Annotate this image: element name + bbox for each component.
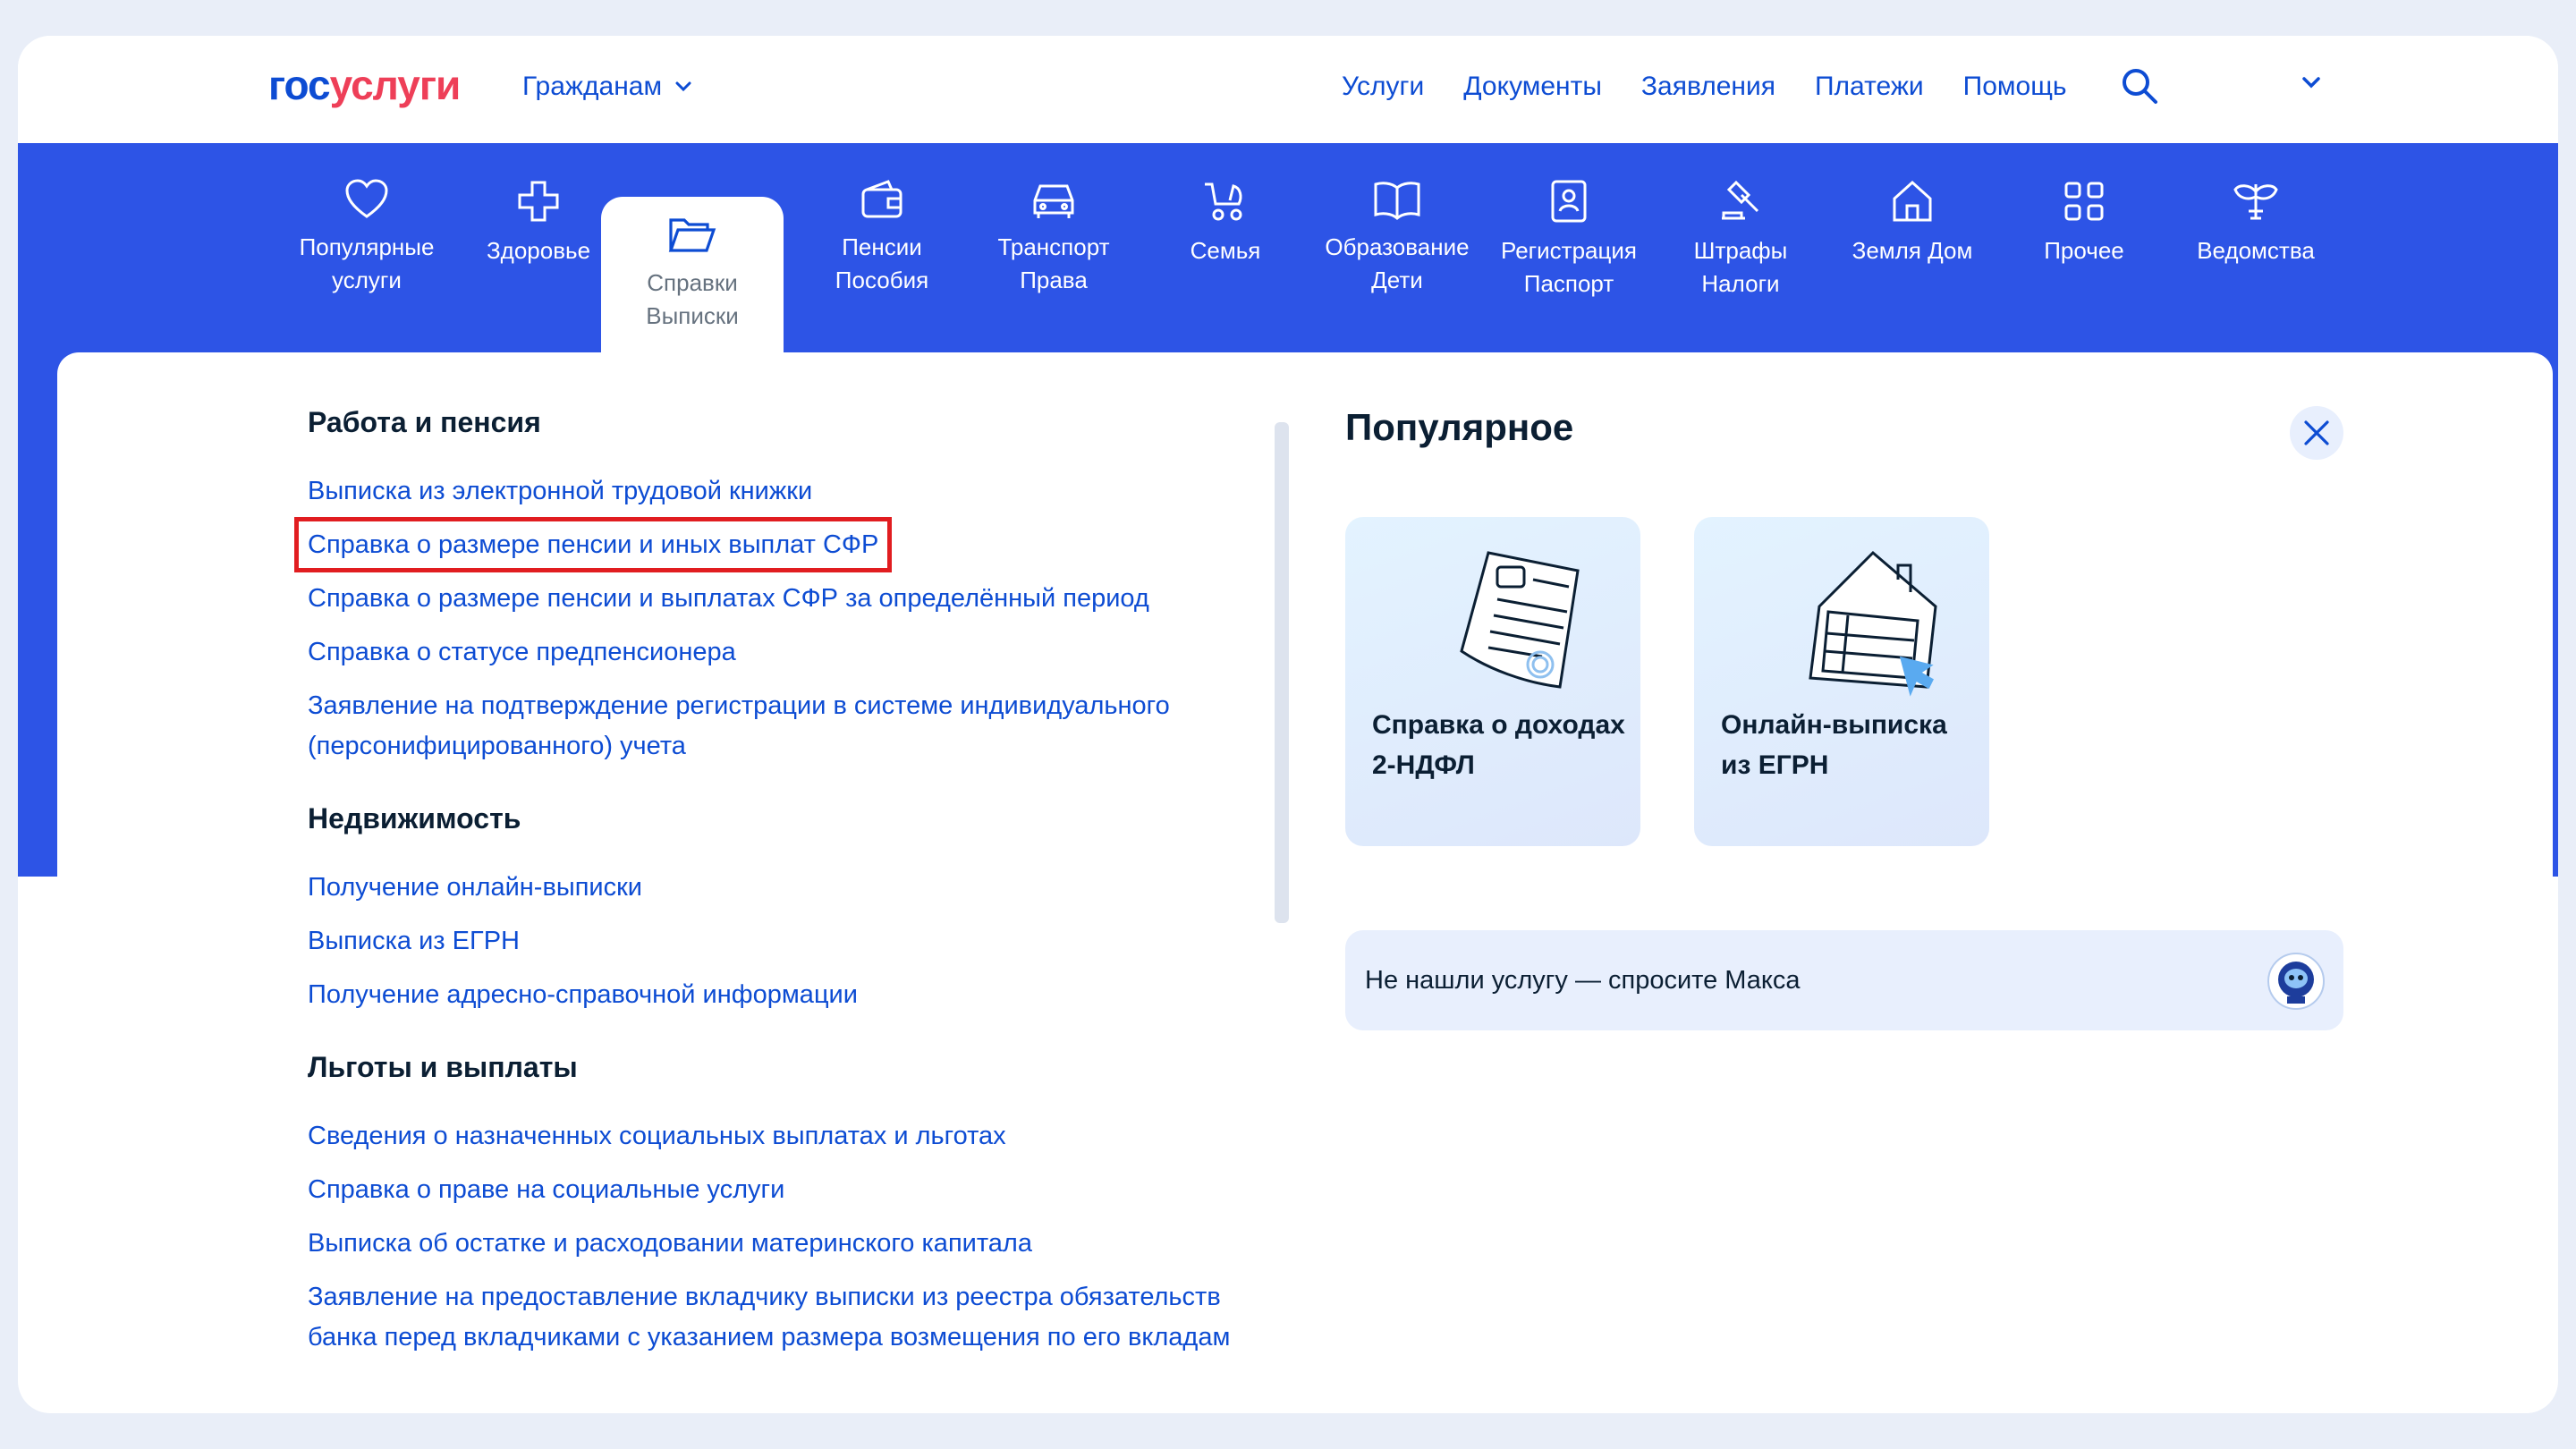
tab-label: Образование Дети (1325, 233, 1470, 293)
tab-agencies[interactable]: Ведомства (2165, 143, 2347, 352)
emblem-icon (2233, 184, 2278, 220)
role-label: Гражданам (522, 72, 663, 101)
tile-label: Онлайн-выписка из ЕГРН (1721, 710, 1947, 780)
tab-label: Штрафы Налоги (1693, 237, 1788, 297)
cross-icon (518, 181, 559, 222)
section-work-pension: Работа и пенсия Выписка из электронной т… (293, 406, 1292, 767)
tab-certificates[interactable]: Справки Выписки (601, 197, 784, 358)
tab-popular[interactable]: Популярные услуги (275, 143, 458, 352)
link-online-extract[interactable]: Получение онлайн-выписки (308, 868, 1292, 908)
link-pre-pensioner-status[interactable]: Справка о статусе предпенсионера (308, 632, 1292, 673)
nav-documents[interactable]: Документы (1463, 72, 1602, 102)
tab-land-house[interactable]: Земля Дом (1821, 143, 2004, 352)
tab-label: Здоровье (486, 237, 591, 264)
tile-income-certificate[interactable]: Справка о доходах 2-НДФЛ (1345, 517, 1640, 846)
stroller-icon (1205, 182, 1242, 221)
link-egrn-extract[interactable]: Выписка из ЕГРН (308, 921, 1292, 962)
ask-text: Не нашли услугу — спросите Макса (1365, 965, 1801, 995)
link-social-services-right[interactable]: Справка о праве на социальные услуги (308, 1170, 1292, 1210)
chevron-down-icon (675, 81, 691, 92)
tab-label: Ведомства (2197, 237, 2315, 264)
document-seal-icon (1460, 551, 1580, 689)
logo-part-2: услуги (329, 62, 462, 108)
tab-fines[interactable]: Штрафы Налоги (1649, 143, 1832, 352)
book-icon (1374, 182, 1420, 220)
folder-icon (668, 218, 716, 252)
section-real-estate: Недвижимость Получение онлайн-выписки Вы… (308, 802, 1292, 1015)
link-maternity-capital[interactable]: Выписка об остатке и расходовании матери… (308, 1224, 1292, 1264)
dropdown-panel: Работа и пенсия Выписка из электронной т… (57, 352, 2553, 1413)
car-icon (1033, 184, 1074, 218)
highlight-box: Справка о размере пенсии и иных выплат С… (293, 517, 893, 572)
tab-transport[interactable]: Транспорт Права (962, 143, 1145, 352)
nav-services[interactable]: Услуги (1342, 72, 1424, 102)
tab-other[interactable]: Прочее (1993, 143, 2175, 352)
section-title: Недвижимость (308, 802, 521, 835)
robot-avatar-icon (2267, 953, 2325, 1010)
tab-registration[interactable]: Регистрация Паспорт (1478, 143, 1660, 352)
tab-label: Регистрация Паспорт (1501, 237, 1637, 297)
nav-payments[interactable]: Платежи (1815, 72, 1924, 102)
tile-egrn-extract[interactable]: Онлайн-выписка из ЕГРН (1694, 517, 1989, 846)
id-card-icon (1551, 180, 1587, 223)
logo-part-1: гос (268, 62, 331, 108)
popular-title: Популярное (1345, 406, 1574, 448)
category-tabs: Популярные услуги Здоровье Справки Выпис… (18, 143, 2558, 358)
wallet-icon (861, 180, 902, 218)
heart-icon (345, 179, 388, 218)
link-pension-period-certificate[interactable]: Справка о размере пенсии и выплатах СФР … (308, 579, 1292, 619)
tab-education[interactable]: Образование Дети (1306, 143, 1488, 352)
section-title: Работа и пенсия (308, 406, 541, 438)
link-individual-accounting[interactable]: Заявление на подтверждение регистрации в… (308, 686, 1292, 767)
link-address-info[interactable]: Получение адресно-справочной информации (308, 975, 1292, 1015)
tab-pensions[interactable]: Пенсии Пособия (791, 143, 973, 352)
link-pension-certificate[interactable]: Справка о размере пенсии и иных выплат С… (293, 517, 1292, 572)
scrollbar-thumb[interactable] (1275, 422, 1289, 923)
tile-label: Справка о доходах 2-НДФЛ (1372, 710, 1625, 780)
ask-assistant-bar[interactable]: Не нашли услугу — спросите Макса (1345, 930, 2343, 1030)
close-button[interactable] (2290, 406, 2343, 460)
link-labor-book-extract[interactable]: Выписка из электронной трудовой книжки (308, 471, 1292, 512)
tab-label: Пенсии Пособия (835, 233, 929, 293)
section-benefits: Льготы и выплаты Сведения о назначенных … (308, 1051, 1292, 1358)
tab-label: Справки Выписки (646, 269, 739, 329)
popular-tiles: Справка о доходах 2-НДФЛ Онлайн-выписка … (1345, 517, 1989, 846)
house-icon (1893, 180, 1932, 222)
tab-label: Транспорт Права (997, 233, 1110, 293)
browser-window: госуслуги Гражданам Услуги Документы Зая… (18, 36, 2558, 1413)
services-list: Работа и пенсия Выписка из электронной т… (293, 406, 1292, 1394)
house-document-icon (1809, 550, 1937, 697)
tab-label: Земля Дом (1852, 237, 1973, 264)
search-icon[interactable] (2120, 66, 2159, 106)
profile-chevron-down-icon[interactable] (2301, 75, 2322, 89)
link-depositor-registry[interactable]: Заявление на предоставление вкладчику вы… (308, 1277, 1292, 1358)
popular-section: Популярное Справка о доходах 2-НДФЛ Онла… (1345, 406, 2383, 1030)
gavel-icon (1722, 180, 1759, 220)
tab-family[interactable]: Семья (1134, 143, 1317, 352)
grid-icon (2064, 182, 2104, 221)
close-icon (2304, 420, 2329, 445)
role-selector[interactable]: Гражданам (522, 72, 692, 102)
nav-help[interactable]: Помощь (1963, 72, 2067, 102)
nav-applications[interactable]: Заявления (1641, 72, 1775, 102)
gosuslugi-logo[interactable]: госуслуги (268, 61, 462, 109)
tab-label: Семья (1190, 237, 1261, 264)
top-header: госуслуги Гражданам Услуги Документы Зая… (18, 36, 2558, 143)
top-nav: Услуги Документы Заявления Платежи Помощ… (1342, 72, 2067, 102)
tab-label: Популярные услуги (299, 233, 435, 293)
tab-label: Прочее (2044, 237, 2124, 264)
section-title: Льготы и выплаты (308, 1051, 578, 1083)
link-social-payments[interactable]: Сведения о назначенных социальных выплат… (308, 1116, 1292, 1157)
